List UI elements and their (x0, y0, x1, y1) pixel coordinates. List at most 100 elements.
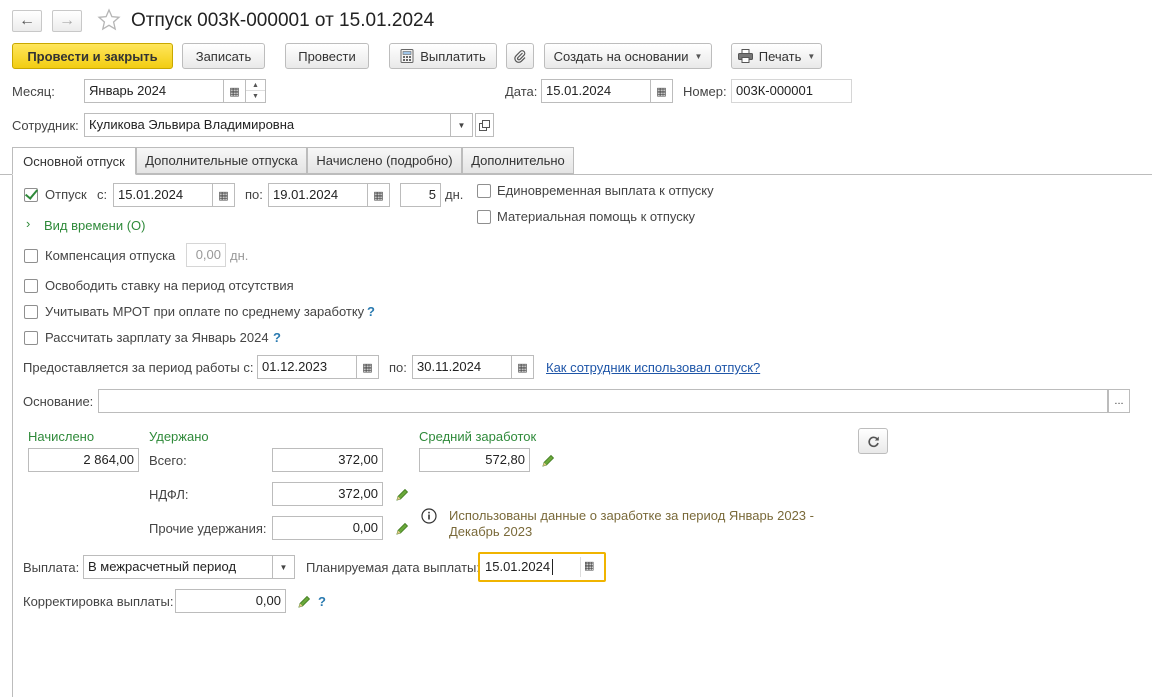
help-icon[interactable]: ? (367, 304, 375, 319)
post-and-close-button[interactable]: Провести и закрыть (12, 43, 173, 69)
basis-field[interactable] (98, 389, 1108, 413)
release-rate-label: Освободить ставку на период отсутствия (45, 278, 294, 293)
arrow-right-icon: → (59, 12, 75, 29)
calc-salary-label: Рассчитать зарплату за Январь 2024 (45, 330, 269, 345)
payout-select[interactable]: В межрасчетный период (83, 555, 273, 579)
pay-button[interactable]: Выплатить (389, 43, 497, 69)
to-label: по: (245, 187, 263, 202)
employee-dropdown-button[interactable]: ▼ (451, 113, 473, 137)
calendar-icon[interactable]: ▦ (584, 559, 594, 572)
calendar-icon: ▦ (656, 85, 667, 98)
save-button[interactable]: Записать (182, 43, 265, 69)
stepper-down-icon[interactable]: ▼ (246, 91, 265, 102)
work-from-field[interactable]: 01.12.2023 (257, 355, 357, 379)
vacation-checkbox[interactable] (24, 188, 38, 202)
compensation-checkbox[interactable] (24, 249, 38, 263)
date-calendar-button[interactable]: ▦ (651, 79, 673, 103)
pencil-icon[interactable] (297, 595, 311, 609)
month-field[interactable]: Январь 2024 (84, 79, 224, 103)
paperclip-icon (513, 49, 527, 63)
chevron-right-icon[interactable]: › (26, 216, 30, 231)
tab-accrued-detail[interactable]: Начислено (подробно) (307, 147, 462, 174)
pencil-icon[interactable] (541, 454, 555, 468)
payout-dropdown-button[interactable]: ▼ (273, 555, 295, 579)
work-to-label: по: (389, 360, 407, 375)
stepper-up-icon[interactable]: ▲ (246, 80, 265, 91)
lump-sum-checkbox[interactable] (477, 184, 491, 198)
time-type-link[interactable]: Вид времени (О) (44, 218, 146, 234)
attach-button[interactable] (506, 43, 534, 69)
help-icon[interactable]: ? (318, 594, 326, 609)
forward-button[interactable]: → (52, 10, 82, 32)
dropdown-arrow-icon: ▼ (694, 51, 703, 61)
earnings-period-info-line2: Декабрь 2023 (449, 524, 533, 539)
pencil-icon[interactable] (395, 488, 409, 502)
print-button-label: Печать (758, 48, 802, 64)
tab-additional[interactable]: Дополнительно (462, 147, 574, 174)
work-to-calendar-button[interactable]: ▦ (512, 355, 534, 379)
help-icon[interactable]: ? (273, 330, 281, 345)
post-button[interactable]: Провести (285, 43, 369, 69)
dropdown-arrow-icon: ▼ (807, 51, 816, 61)
from-calendar-button[interactable]: ▦ (213, 183, 235, 207)
employee-label: Сотрудник: (12, 118, 79, 133)
employee-field[interactable]: Куликова Эльвира Владимировна (84, 113, 451, 137)
printer-icon (737, 49, 753, 63)
open-window-icon (479, 119, 490, 131)
work-period-label: Предоставляется за период работы с: (23, 360, 254, 375)
arrow-left-icon: ← (19, 12, 35, 29)
total-withheld-field: 372,00 (272, 448, 383, 472)
favorite-star-icon[interactable] (97, 8, 121, 32)
calendar-icon: ▦ (229, 85, 240, 98)
accrued-label: Начислено (28, 429, 95, 444)
calendar-icon: ▦ (373, 189, 384, 202)
print-button[interactable]: Печать ▼ (731, 43, 822, 69)
employee-open-button[interactable] (475, 113, 494, 137)
planned-date-label: Планируемая дата выплаты: (306, 560, 480, 575)
date-field[interactable]: 15.01.2024 (541, 79, 651, 103)
days-field[interactable]: 5 (400, 183, 441, 207)
back-button[interactable]: ← (12, 10, 42, 32)
calendar-icon: ▦ (362, 361, 373, 374)
avg-earnings-label: Средний заработок (419, 429, 537, 444)
correction-label: Корректировка выплаты: (23, 594, 174, 609)
compensation-label: Компенсация отпуска (45, 248, 176, 263)
lump-sum-label: Единовременная выплата к отпуску (497, 183, 714, 198)
vacation-from-field[interactable]: 15.01.2024 (113, 183, 213, 207)
material-aid-checkbox[interactable] (477, 210, 491, 224)
payout-label: Выплата: (23, 560, 80, 575)
calc-salary-checkbox[interactable] (24, 331, 38, 345)
from-label: с: (97, 187, 108, 202)
to-calendar-button[interactable]: ▦ (368, 183, 390, 207)
create-based-on-button[interactable]: Создать на основании ▼ (544, 43, 712, 69)
vacation-usage-link[interactable]: Как сотрудник использовал отпуск? (546, 360, 760, 375)
planned-date-focus[interactable]: 15.01.2024 ▦ (478, 552, 606, 582)
vacation-to-field[interactable]: 19.01.2024 (268, 183, 368, 207)
calendar-button[interactable]: ▦ (224, 79, 246, 103)
release-rate-checkbox[interactable] (24, 279, 38, 293)
mrot-checkbox[interactable] (24, 305, 38, 319)
planned-date-field[interactable]: 15.01.2024 (485, 559, 550, 575)
dropdown-arrow-icon: ▼ (279, 562, 288, 572)
mrot-label: Учитывать МРОТ при оплате по среднему за… (45, 304, 365, 319)
number-field[interactable]: 003К-000001 (731, 79, 852, 103)
basis-select-button[interactable]: ... (1108, 389, 1130, 413)
tab-main-vacation[interactable]: Основной отпуск (12, 147, 136, 175)
number-label: Номер: (683, 84, 727, 99)
other-withholdings-field: 0,00 (272, 516, 383, 540)
pencil-icon[interactable] (395, 522, 409, 536)
pay-button-label: Выплатить (420, 48, 486, 64)
text-caret (552, 559, 553, 575)
work-to-field[interactable]: 30.11.2024 (412, 355, 512, 379)
calendar-icon: ▦ (218, 189, 229, 202)
tab-additional-vacations[interactable]: Дополнительные отпуска (136, 147, 307, 174)
material-aid-label: Материальная помощь к отпуску (497, 209, 696, 224)
earnings-period-info-line1: Использованы данные о заработке за перио… (449, 508, 814, 523)
work-from-calendar-button[interactable]: ▦ (357, 355, 379, 379)
basis-label: Основание: (23, 394, 94, 409)
page-title: Отпуск 003К-000001 от 15.01.2024 (131, 10, 435, 31)
ndfl-label: НДФЛ: (149, 487, 189, 502)
month-stepper[interactable]: ▲ ▼ (246, 79, 266, 103)
refresh-button[interactable] (858, 428, 888, 454)
compensation-field: 0,00 (186, 243, 226, 267)
